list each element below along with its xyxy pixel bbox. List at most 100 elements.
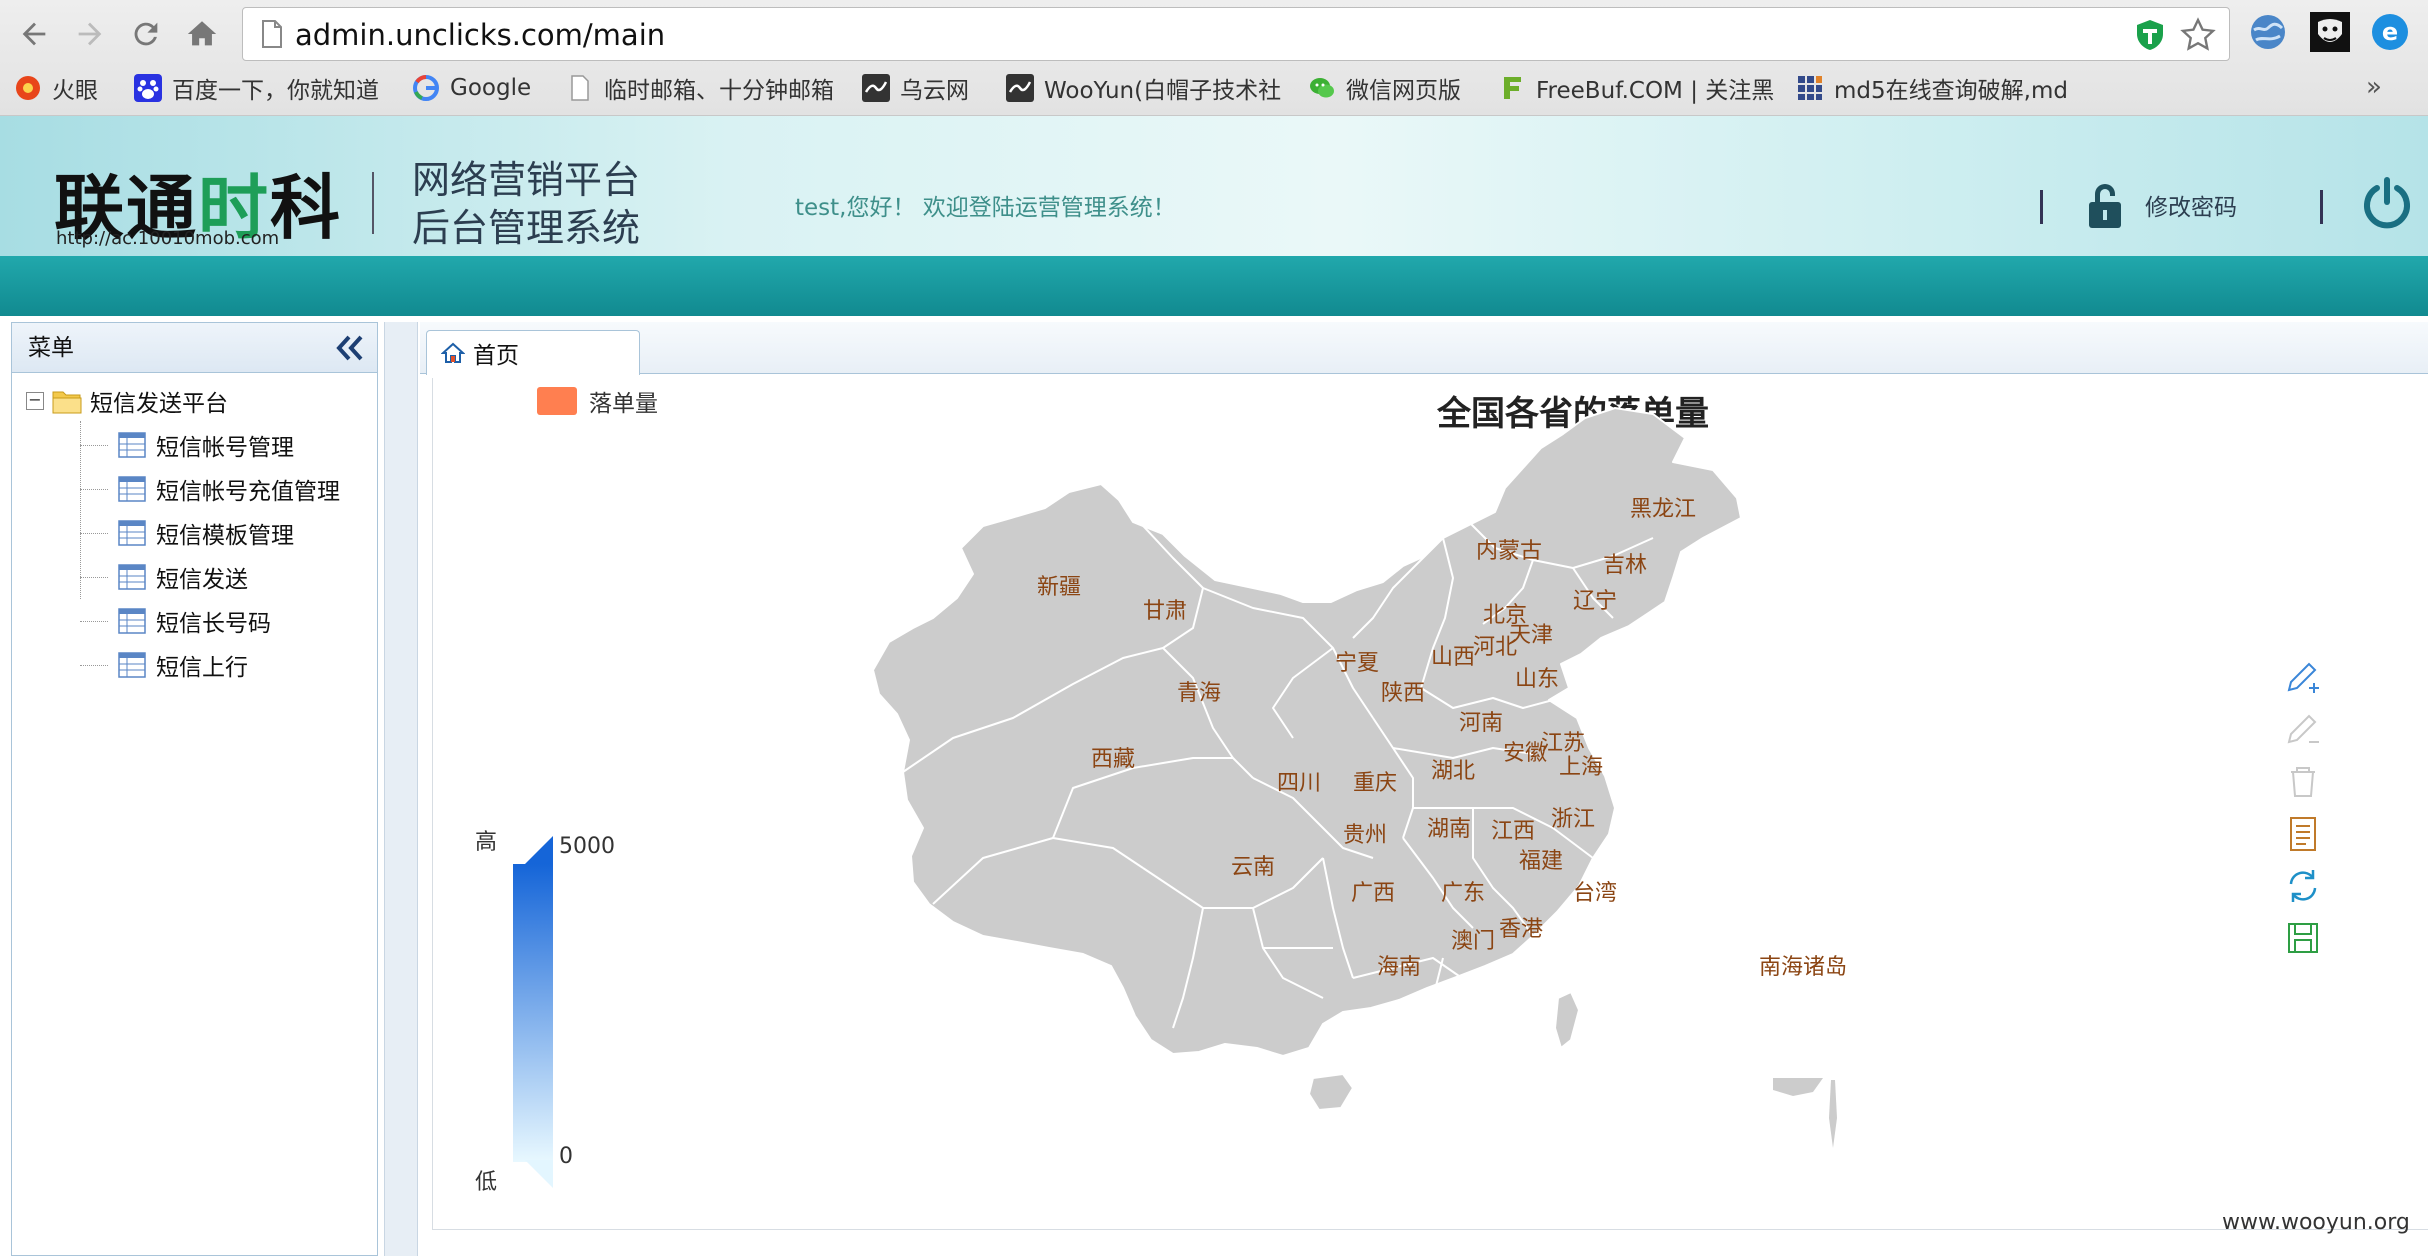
header-band	[0, 256, 2428, 316]
province-label[interactable]: 西藏	[1091, 747, 1135, 772]
menu-item-sms-recharge[interactable]: 短信帐号充值管理	[80, 469, 340, 509]
tree-toggle[interactable]: −	[26, 392, 44, 410]
tab-label: 首页	[473, 343, 519, 369]
address-bar[interactable]: admin.unclicks.com/main	[242, 7, 2230, 61]
bookmark-item[interactable]: md5在线查询破解,md	[1796, 68, 2068, 108]
province-label[interactable]: 黑龙江	[1630, 497, 1696, 522]
bookmark-item[interactable]: 微信网页版	[1308, 68, 1461, 108]
province-label[interactable]: 南海诸岛	[1759, 955, 1847, 980]
visual-map-low-handle[interactable]	[525, 1160, 553, 1188]
map-region-mainland	[873, 407, 1742, 1057]
province-label[interactable]: 澳门	[1451, 929, 1495, 954]
province-label[interactable]: 浙江	[1551, 807, 1595, 832]
folder-icon	[52, 391, 82, 414]
layout-splitter[interactable]	[384, 322, 418, 1256]
province-label[interactable]: 湖南	[1427, 817, 1471, 842]
bookmark-item[interactable]: WooYun(白帽子技术社	[1006, 68, 1281, 108]
south-china-sea-inset	[1773, 1078, 1837, 1148]
refresh-icon[interactable]	[2283, 866, 2323, 906]
province-label[interactable]: 吉林	[1603, 553, 1647, 578]
wooyun-icon	[1006, 74, 1034, 102]
tab-home[interactable]: 首页	[426, 330, 640, 375]
mask-extension-icon[interactable]	[2310, 12, 2350, 52]
globe-extension-icon[interactable]	[2248, 12, 2288, 52]
collapse-chevron-icon[interactable]	[333, 331, 367, 365]
bookmark-item[interactable]: Google	[412, 68, 531, 108]
home-icon[interactable]	[180, 12, 224, 56]
province-label[interactable]: 广西	[1351, 881, 1395, 906]
province-label[interactable]: 山东	[1515, 667, 1559, 692]
province-label[interactable]: 辽宁	[1573, 589, 1617, 614]
shield-extension-icon[interactable]	[2133, 18, 2167, 52]
main-content: 首页 落单量 全国各省的落单量 高 5000 0 低 黑龙江 内蒙古 吉林 新疆…	[420, 322, 2428, 1256]
province-label[interactable]: 香港	[1499, 917, 1543, 942]
bookmark-star-icon[interactable]	[2179, 16, 2217, 54]
bookmark-item[interactable]: 百度一下，你就知道	[134, 68, 379, 108]
province-label[interactable]: 海南	[1377, 955, 1421, 980]
province-label[interactable]: 江苏	[1541, 731, 1585, 756]
save-icon[interactable]	[2283, 918, 2323, 958]
menu-item-sms-send[interactable]: 短信发送	[80, 557, 248, 597]
table-icon	[118, 520, 146, 546]
map-region-taiwan	[1554, 991, 1580, 1049]
visual-map-bar[interactable]	[513, 864, 553, 1162]
menu-item-sms-template[interactable]: 短信模板管理	[80, 513, 294, 553]
search-extension-icon[interactable]: e	[2370, 12, 2410, 52]
province-label[interactable]: 上海	[1559, 755, 1603, 780]
bookmark-item[interactable]: 乌云网	[862, 68, 969, 108]
data-zoom-pen-icon[interactable]	[2283, 658, 2323, 698]
menu-item-sms-uplink[interactable]: 短信上行	[80, 645, 248, 685]
tree-node-sms-platform[interactable]: − 短信发送平台	[26, 381, 228, 421]
table-icon	[118, 476, 146, 502]
data-view-icon[interactable]	[2283, 814, 2323, 854]
province-label[interactable]: 安徽	[1503, 741, 1547, 766]
app-header: 联通时科 http://ac.10010mob.com 网络营销平台 后台管理系…	[0, 116, 2428, 256]
province-label[interactable]: 四川	[1277, 771, 1321, 796]
back-icon[interactable]	[12, 12, 56, 56]
menu-item-label: 短信长号码	[156, 611, 271, 637]
firefox-red-icon	[16, 76, 40, 100]
bookmarks-overflow-button[interactable]: »	[2366, 72, 2382, 102]
province-label[interactable]: 云南	[1231, 855, 1275, 880]
forward-icon[interactable]	[68, 12, 112, 56]
menu-item-label: 短信帐号管理	[156, 435, 294, 461]
menu-item-sms-account[interactable]: 短信帐号管理	[80, 425, 294, 465]
province-label[interactable]: 甘肃	[1143, 599, 1187, 624]
province-label[interactable]: 台湾	[1573, 881, 1617, 906]
table-icon	[118, 432, 146, 458]
province-label[interactable]: 山西	[1431, 645, 1475, 670]
province-label[interactable]: 河北	[1473, 635, 1517, 660]
home-icon	[441, 342, 465, 363]
province-label[interactable]: 陕西	[1381, 681, 1425, 706]
bookmark-item[interactable]: 临时邮箱、十分钟邮箱	[566, 68, 834, 108]
province-label[interactable]: 河南	[1459, 711, 1503, 736]
province-label[interactable]: 新疆	[1037, 575, 1081, 600]
province-label[interactable]: 湖北	[1431, 759, 1475, 784]
province-label[interactable]: 内蒙古	[1476, 539, 1542, 564]
edit-pen-icon[interactable]	[2283, 710, 2323, 750]
trash-icon[interactable]	[2283, 762, 2323, 802]
sidebar-menu: 菜单 − 短信发送平台 短信帐号管理 短信帐号充值管理 短信模板管理 短信发送 …	[11, 322, 378, 1256]
change-password-link[interactable]: 修改密码	[2145, 188, 2237, 222]
province-label[interactable]: 广东	[1441, 881, 1485, 906]
chart-legend[interactable]: 落单量	[537, 384, 658, 418]
province-label[interactable]: 贵州	[1343, 823, 1387, 848]
url-text[interactable]: admin.unclicks.com/main	[295, 8, 665, 62]
lock-icon[interactable]	[2085, 180, 2125, 230]
power-icon[interactable]	[2360, 176, 2414, 230]
watermark: www.wooyun.org	[2222, 1210, 2410, 1235]
reload-icon[interactable]	[124, 12, 168, 56]
province-label[interactable]: 福建	[1519, 849, 1563, 874]
visual-map-high-handle[interactable]	[525, 836, 553, 864]
sidebar-title: 菜单	[28, 335, 74, 361]
province-label[interactable]: 江西	[1491, 819, 1535, 844]
baidu-paw-icon	[134, 74, 162, 102]
province-label[interactable]: 青海	[1177, 681, 1221, 706]
menu-item-sms-long-number[interactable]: 短信长号码	[80, 601, 271, 641]
bookmark-item[interactable]: 火眼	[14, 68, 98, 108]
province-label[interactable]: 重庆	[1353, 771, 1397, 796]
dashboard-panel: 落单量 全国各省的落单量 高 5000 0 低 黑龙江 内蒙古 吉林 新疆 辽宁…	[432, 378, 2428, 1230]
bookmark-item[interactable]: FreeBuf.COM | 关注黑	[1498, 68, 1774, 108]
province-label[interactable]: 宁夏	[1335, 651, 1379, 676]
china-map[interactable]: 黑龙江内蒙古吉林新疆辽宁甘肃 北京天津河北宁夏 山西山东青海 陕西河南江苏西藏 安徽上海…	[873, 388, 1953, 1218]
